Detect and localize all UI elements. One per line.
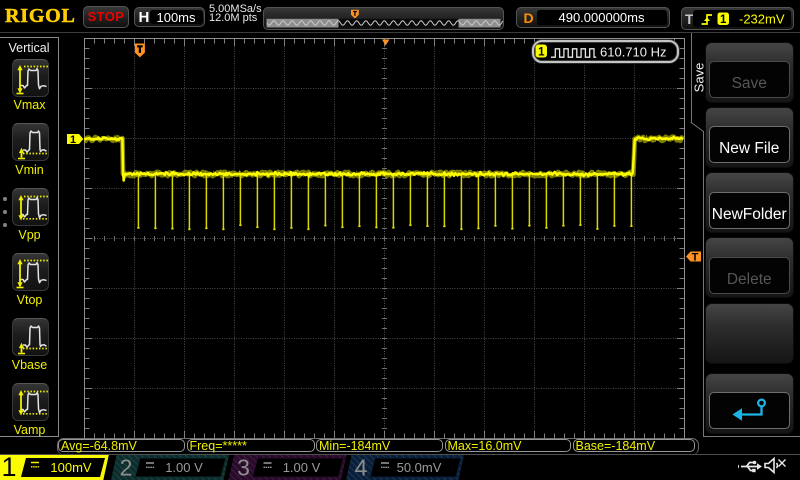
svg-text:100mV: 100mV: [50, 460, 92, 475]
svg-text:1.00 V: 1.00 V: [165, 460, 203, 475]
svg-text:-232mV: -232mV: [739, 11, 785, 26]
svg-text:1: 1: [719, 13, 726, 25]
svg-text:1: 1: [538, 46, 545, 58]
svg-text:4: 4: [355, 455, 368, 480]
svg-text:3: 3: [237, 455, 250, 480]
svg-text:1: 1: [1, 455, 16, 480]
svg-text:T: T: [692, 251, 699, 263]
svg-text:50.0mV: 50.0mV: [397, 460, 442, 475]
svg-text:1.00 V: 1.00 V: [283, 460, 321, 475]
svg-text:2: 2: [120, 455, 133, 480]
svg-text:610.710 Hz: 610.710 Hz: [600, 44, 667, 59]
svg-text:1: 1: [70, 134, 76, 146]
